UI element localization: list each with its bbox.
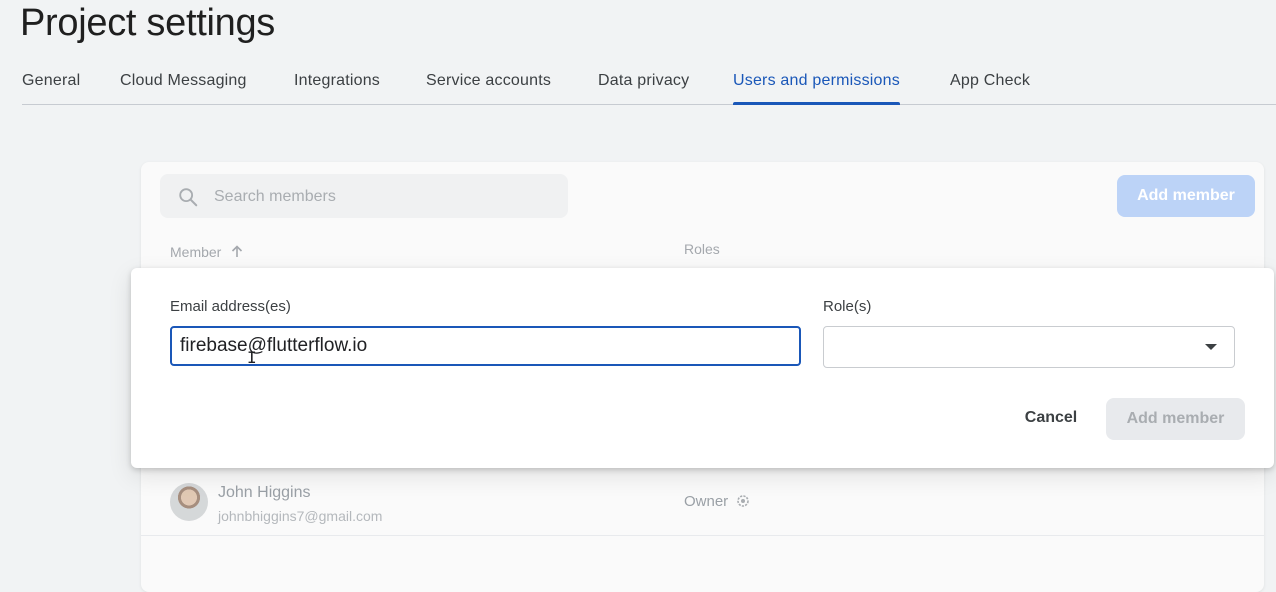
column-header-member[interactable]: Member <box>170 244 243 260</box>
add-member-button[interactable]: Add member <box>1117 175 1255 217</box>
column-header-member-label: Member <box>170 244 222 260</box>
member-role: Owner <box>684 493 750 510</box>
tab-app-check[interactable]: App Check <box>950 62 1030 104</box>
role-field-label: Role(s) <box>823 298 872 315</box>
member-role-label: Owner <box>684 493 729 510</box>
tab-cloud-messaging[interactable]: Cloud Messaging <box>120 62 247 104</box>
table-row[interactable]: John Higgins johnbhiggins7@gmail.com Own… <box>141 467 1264 536</box>
tab-general[interactable]: General <box>22 62 80 104</box>
tab-service-accounts[interactable]: Service accounts <box>426 62 551 104</box>
chevron-down-icon <box>1205 344 1217 350</box>
tab-data-privacy[interactable]: Data privacy <box>598 62 689 104</box>
dialog-add-member-button[interactable]: Add member <box>1106 398 1245 440</box>
member-name: John Higgins <box>218 484 311 501</box>
page-title: Project settings <box>20 2 275 44</box>
avatar <box>170 483 208 521</box>
arrow-up-icon <box>232 245 243 257</box>
search-members-input[interactable] <box>212 174 556 220</box>
gear-icon[interactable] <box>736 494 750 508</box>
column-header-roles: Roles <box>684 241 720 257</box>
text-cursor-icon: I <box>247 348 257 367</box>
email-field-label: Email address(es) <box>170 298 291 315</box>
email-field[interactable] <box>170 326 801 366</box>
member-email: johnbhiggins7@gmail.com <box>218 508 383 524</box>
search-icon <box>179 188 198 207</box>
add-member-dialog: Email address(es) I Role(s) Cancel Add m… <box>131 268 1274 468</box>
cancel-button[interactable]: Cancel <box>1009 398 1093 438</box>
search-members-box[interactable] <box>160 174 568 220</box>
tab-integrations[interactable]: Integrations <box>294 62 380 104</box>
role-select[interactable] <box>823 326 1235 368</box>
settings-tabs: General Cloud Messaging Integrations Ser… <box>22 62 1276 105</box>
tab-users-and-permissions[interactable]: Users and permissions <box>733 62 900 105</box>
